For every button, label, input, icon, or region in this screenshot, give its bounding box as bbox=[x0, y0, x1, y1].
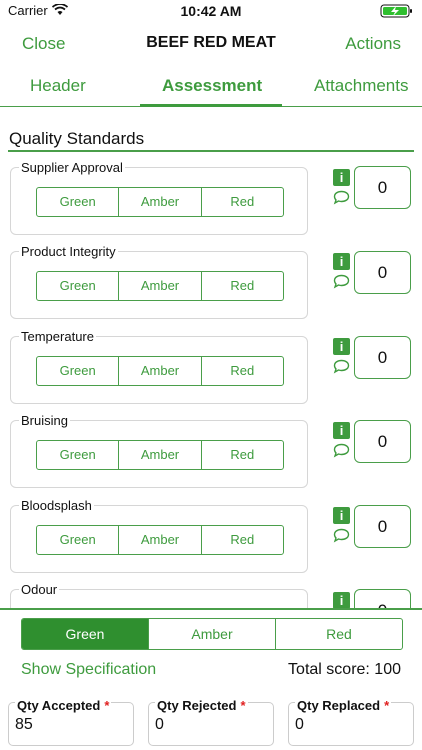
criterion-card: Product Integrity Green Amber Red bbox=[10, 244, 308, 319]
criterion-card: Temperature Green Amber Red bbox=[10, 329, 308, 404]
qty-replaced-label: Qty Replaced * bbox=[295, 698, 392, 713]
battery-charging-icon bbox=[380, 4, 412, 18]
rating-green-button[interactable]: Green bbox=[37, 526, 120, 554]
info-icon[interactable]: i bbox=[333, 338, 350, 355]
rating-green-button[interactable]: Green bbox=[37, 188, 120, 216]
qty-replaced-value[interactable]: 0 bbox=[295, 716, 304, 734]
quantity-box[interactable]: 0 bbox=[354, 505, 411, 548]
rating-amber-button[interactable]: Amber bbox=[119, 441, 202, 469]
qty-rejected-label: Qty Rejected * bbox=[155, 698, 248, 713]
criterion-card: Odour Green Amber Red bbox=[10, 582, 308, 608]
info-icon[interactable]: i bbox=[333, 253, 350, 270]
quantity-box[interactable]: 0 bbox=[354, 336, 411, 379]
actions-button[interactable]: Actions bbox=[345, 34, 401, 54]
rating-red-button[interactable]: Red bbox=[202, 526, 283, 554]
quantity-box[interactable]: 0 bbox=[354, 166, 411, 209]
footer-divider bbox=[0, 608, 422, 610]
overall-rating-selector: Green Amber Red bbox=[21, 618, 403, 650]
quantity-box[interactable]: 0 bbox=[354, 420, 411, 463]
info-icon[interactable]: i bbox=[333, 422, 350, 439]
rating-green-button[interactable]: Green bbox=[37, 441, 120, 469]
navigation-bar: Close BEEF RED MEAT Actions bbox=[0, 22, 422, 66]
rating-green-button[interactable]: Green bbox=[37, 272, 120, 300]
tab-bar: Header Assessment Attachments bbox=[0, 70, 422, 107]
comment-icon[interactable] bbox=[333, 443, 350, 458]
criterion-label: Bloodsplash bbox=[19, 498, 94, 513]
rating-red-button[interactable]: Red bbox=[202, 272, 283, 300]
rating-selector: Green Amber Red bbox=[36, 525, 284, 555]
rating-red-button[interactable]: Red bbox=[202, 357, 283, 385]
qty-replaced-field[interactable]: Qty Replaced * 0 bbox=[288, 698, 414, 746]
criteria-list[interactable]: Supplier Approval Green Amber Red i 0 Pr… bbox=[0, 152, 422, 608]
qty-rejected-field[interactable]: Qty Rejected * 0 bbox=[148, 698, 274, 746]
quantity-box[interactable]: 0 bbox=[354, 589, 411, 608]
active-tab-indicator bbox=[140, 104, 282, 107]
criterion-card: Supplier Approval Green Amber Red bbox=[10, 160, 308, 235]
rating-green-button[interactable]: Green bbox=[37, 357, 120, 385]
rating-selector: Green Amber Red bbox=[36, 356, 284, 386]
quantity-box[interactable]: 0 bbox=[354, 251, 411, 294]
rating-amber-button[interactable]: Amber bbox=[119, 188, 202, 216]
tab-attachments[interactable]: Attachments bbox=[314, 76, 409, 96]
rating-red-button[interactable]: Red bbox=[202, 188, 283, 216]
rating-selector: Green Amber Red bbox=[36, 187, 284, 217]
info-icon[interactable]: i bbox=[333, 592, 350, 608]
qty-rejected-label-text: Qty Rejected bbox=[157, 698, 237, 713]
rating-amber-button[interactable]: Amber bbox=[119, 357, 202, 385]
qty-accepted-field[interactable]: Qty Accepted * 85 bbox=[8, 698, 134, 746]
required-marker: * bbox=[104, 698, 110, 713]
rating-amber-button[interactable]: Amber bbox=[119, 272, 202, 300]
required-marker: * bbox=[384, 698, 390, 713]
criterion-card: Bruising Green Amber Red bbox=[10, 413, 308, 488]
tab-assessment[interactable]: Assessment bbox=[162, 76, 262, 96]
rating-selector: Green Amber Red bbox=[36, 271, 284, 301]
rating-amber-button[interactable]: Amber bbox=[119, 526, 202, 554]
tab-header[interactable]: Header bbox=[30, 76, 86, 96]
qty-rejected-value[interactable]: 0 bbox=[155, 716, 164, 734]
comment-icon[interactable] bbox=[333, 190, 350, 205]
section-title: Quality Standards bbox=[9, 129, 145, 148]
overall-amber-button[interactable]: Amber bbox=[149, 619, 276, 649]
criterion-label: Odour bbox=[19, 582, 60, 597]
qty-accepted-label: Qty Accepted * bbox=[15, 698, 112, 713]
total-score: Total score: 100 bbox=[288, 661, 401, 678]
rating-selector: Green Amber Red bbox=[36, 440, 284, 470]
qty-replaced-label-text: Qty Replaced bbox=[297, 698, 381, 713]
overall-red-button[interactable]: Red bbox=[276, 619, 402, 649]
criterion-card: Bloodsplash Green Amber Red bbox=[10, 498, 308, 573]
criterion-label: Temperature bbox=[19, 329, 96, 344]
criterion-label: Bruising bbox=[19, 413, 70, 428]
info-icon[interactable]: i bbox=[333, 169, 350, 186]
clock: 10:42 AM bbox=[180, 3, 242, 19]
criterion-label: Supplier Approval bbox=[19, 160, 125, 175]
comment-icon[interactable] bbox=[333, 528, 350, 543]
qty-accepted-label-text: Qty Accepted bbox=[17, 698, 101, 713]
overall-green-button[interactable]: Green bbox=[22, 619, 149, 649]
comment-icon[interactable] bbox=[333, 274, 350, 289]
rating-red-button[interactable]: Red bbox=[202, 441, 283, 469]
qty-accepted-value[interactable]: 85 bbox=[15, 716, 33, 734]
required-marker: * bbox=[240, 698, 246, 713]
show-specification-link[interactable]: Show Specification bbox=[21, 661, 156, 679]
status-bar: Carrier 10:42 AM bbox=[0, 0, 422, 22]
comment-icon[interactable] bbox=[333, 359, 350, 374]
criterion-label: Product Integrity bbox=[19, 244, 118, 259]
info-icon[interactable]: i bbox=[333, 507, 350, 524]
